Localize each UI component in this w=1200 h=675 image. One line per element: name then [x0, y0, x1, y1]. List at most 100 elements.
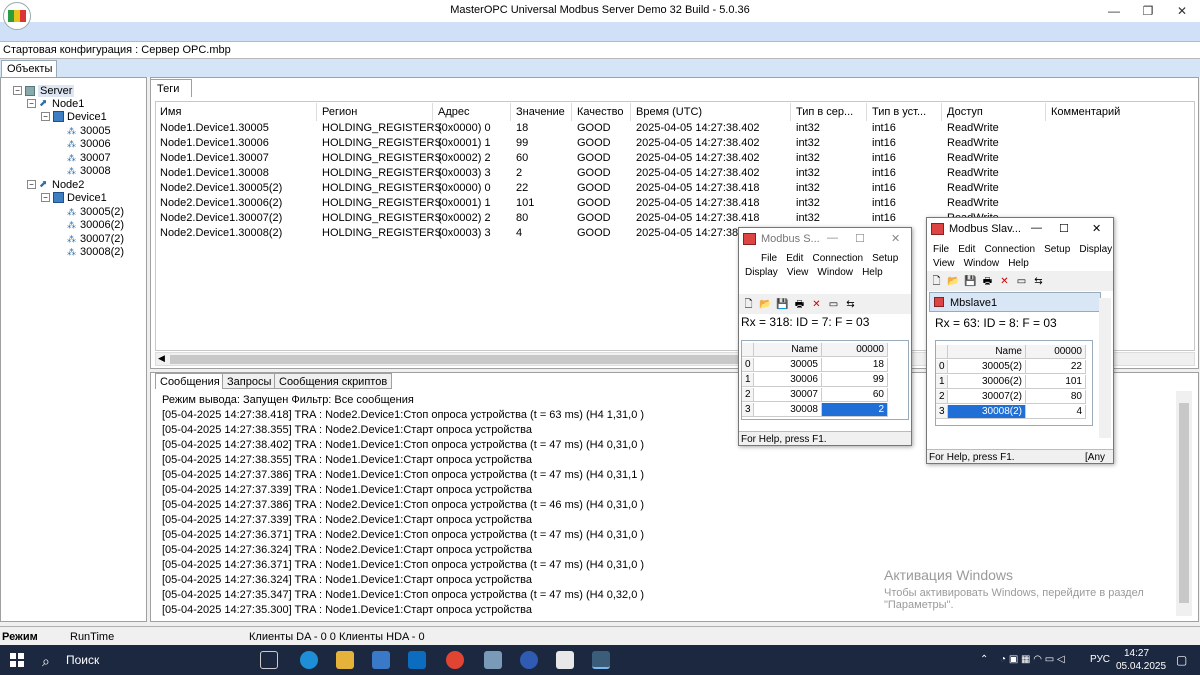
- tree-item-tag[interactable]: ⁂ 30007: [67, 151, 111, 164]
- minimize-icon[interactable]: —: [1031, 222, 1042, 234]
- table-cell[interactable]: GOOD: [577, 227, 611, 241]
- connect-icon[interactable]: ⇆: [844, 298, 857, 311]
- table-cell[interactable]: int32: [796, 152, 820, 166]
- column-header[interactable]: Качество: [577, 106, 624, 120]
- table-cell[interactable]: 18: [516, 122, 528, 136]
- table-cell[interactable]: Node1.Device1.30008: [160, 167, 269, 181]
- table-cell[interactable]: 2025-04-05 14:27:38.402: [636, 152, 760, 166]
- table-cell[interactable]: 2025-04-05 14:27:38.402: [636, 122, 760, 136]
- table-cell[interactable]: GOOD: [577, 152, 611, 166]
- table-cell[interactable]: ReadWrite: [947, 197, 999, 211]
- grid-cell-value[interactable]: 22: [1026, 360, 1086, 374]
- grid-cell-name[interactable]: 30008(2): [948, 405, 1026, 419]
- tab-requests[interactable]: Запросы: [222, 373, 277, 389]
- open-folder-icon[interactable]: 📂: [947, 275, 960, 288]
- notification-icon[interactable]: ▢: [1176, 653, 1187, 667]
- table-cell[interactable]: ReadWrite: [947, 182, 999, 196]
- collapse-icon[interactable]: −: [41, 112, 50, 121]
- task-view-icon[interactable]: [260, 651, 278, 669]
- table-cell[interactable]: Node2.Device1.30005(2): [160, 182, 282, 196]
- tab-tags[interactable]: Теги: [150, 79, 192, 97]
- grid-cell-value[interactable]: 60: [822, 388, 888, 402]
- table-cell[interactable]: (0x0002) 2: [438, 152, 491, 166]
- table-cell[interactable]: HOLDING_REGISTERS: [322, 182, 442, 196]
- table-cell[interactable]: int32: [796, 167, 820, 181]
- menu-window[interactable]: Window: [964, 258, 1000, 269]
- table-cell[interactable]: Node1.Device1.30007: [160, 152, 269, 166]
- table-cell[interactable]: GOOD: [577, 182, 611, 196]
- menu-file[interactable]: File: [761, 253, 777, 264]
- taskbar-search[interactable]: ⌕ Поиск: [36, 650, 188, 670]
- new-file-icon[interactable]: 🗋: [742, 298, 755, 311]
- menu-view[interactable]: View: [787, 267, 809, 278]
- grid-cell-value[interactable]: 18: [822, 358, 888, 372]
- table-cell[interactable]: (0x0001) 1: [438, 137, 491, 151]
- menu-display[interactable]: Display: [1079, 244, 1112, 255]
- menu-setup[interactable]: Setup: [1044, 244, 1070, 255]
- menu-help[interactable]: Help: [1008, 258, 1029, 269]
- table-cell[interactable]: ReadWrite: [947, 167, 999, 181]
- table-cell[interactable]: 2025-04-05 14:27:38.402: [636, 137, 760, 151]
- modbus-slave-window-2[interactable]: Modbus Slav... — ☐ ✕ File Edit Connectio…: [926, 217, 1114, 464]
- grid-cell-name[interactable]: 30007: [754, 388, 822, 402]
- maximize-icon[interactable]: ☐: [1059, 222, 1069, 235]
- tree-item-node2[interactable]: − ⬈ Node2: [27, 178, 84, 191]
- window-icon[interactable]: ▭: [1015, 275, 1028, 288]
- table-cell[interactable]: int16: [872, 152, 896, 166]
- table-cell[interactable]: ReadWrite: [947, 122, 999, 136]
- table-cell[interactable]: int16: [872, 197, 896, 211]
- table-cell[interactable]: HOLDING_REGISTERS: [322, 152, 442, 166]
- window-icon[interactable]: ▭: [827, 298, 840, 311]
- table-cell[interactable]: 2: [516, 167, 522, 181]
- table-cell[interactable]: 60: [516, 152, 528, 166]
- modbus-title-bar[interactable]: Modbus Slav... — ☐ ✕: [927, 218, 1113, 240]
- table-cell[interactable]: 4: [516, 227, 522, 241]
- scroll-left-icon[interactable]: ◀: [158, 353, 165, 364]
- column-header[interactable]: Имя: [160, 106, 181, 120]
- menu-help[interactable]: Help: [862, 267, 883, 278]
- tree-item-tag[interactable]: ⁂ 30005(2): [67, 205, 124, 218]
- tree-item-device1[interactable]: − Device1: [41, 191, 107, 204]
- tree-item-tag[interactable]: ⁂ 30007(2): [67, 232, 124, 245]
- tree-item-tag[interactable]: ⁂ 30005: [67, 124, 111, 137]
- table-cell[interactable]: HOLDING_REGISTERS: [322, 167, 442, 181]
- table-cell[interactable]: ReadWrite: [947, 152, 999, 166]
- save-icon[interactable]: 💾: [964, 275, 977, 288]
- delete-icon[interactable]: ✕: [810, 298, 823, 311]
- maximize-icon[interactable]: ☐: [855, 232, 865, 245]
- column-header[interactable]: Комментарий: [1051, 106, 1120, 120]
- chrome-browser-icon[interactable]: [446, 651, 464, 669]
- file-explorer-icon[interactable]: [336, 651, 354, 669]
- table-cell[interactable]: 101: [516, 197, 534, 211]
- table-cell[interactable]: (0x0003) 3: [438, 227, 491, 241]
- child-window-title-bar[interactable]: Mbslave1: [929, 292, 1101, 312]
- table-cell[interactable]: GOOD: [577, 197, 611, 211]
- grid-cell-name[interactable]: 30005(2): [948, 360, 1026, 374]
- tree-item-tag[interactable]: ⁂ 30008(2): [67, 245, 124, 258]
- grid-cell-value[interactable]: 101: [1026, 375, 1086, 389]
- table-cell[interactable]: 2025-04-05 14:27:38.418: [636, 212, 760, 226]
- tray-time[interactable]: 14:27: [1124, 648, 1149, 659]
- app-icon-a[interactable]: [484, 651, 502, 669]
- table-cell[interactable]: int16: [872, 137, 896, 151]
- menu-edit[interactable]: Edit: [958, 244, 975, 255]
- table-cell[interactable]: HOLDING_REGISTERS: [322, 122, 442, 136]
- menu-connection[interactable]: Connection: [984, 244, 1035, 255]
- store-icon[interactable]: [372, 651, 390, 669]
- modbus-title-bar[interactable]: Modbus S... — ☐ ✕: [739, 228, 911, 250]
- modbus-slave-window-1[interactable]: Modbus S... — ☐ ✕ File Edit Connection S…: [738, 227, 912, 446]
- table-cell[interactable]: GOOD: [577, 212, 611, 226]
- app-icon-b[interactable]: [520, 651, 538, 669]
- table-cell[interactable]: GOOD: [577, 167, 611, 181]
- table-cell[interactable]: HOLDING_REGISTERS: [322, 212, 442, 226]
- column-header[interactable]: Время (UTC): [636, 106, 702, 120]
- table-cell[interactable]: GOOD: [577, 122, 611, 136]
- table-cell[interactable]: 2025-04-05 14:27:38: [636, 227, 738, 241]
- close-icon[interactable]: ✕: [891, 232, 900, 245]
- table-cell[interactable]: (0x0000) 0: [438, 122, 491, 136]
- scrollbar-thumb[interactable]: [1179, 403, 1189, 603]
- table-cell[interactable]: int16: [872, 122, 896, 136]
- masteropc-taskbar-icon[interactable]: [592, 651, 610, 669]
- tab-messages[interactable]: Сообщения: [155, 373, 225, 389]
- table-cell[interactable]: (0x0003) 3: [438, 167, 491, 181]
